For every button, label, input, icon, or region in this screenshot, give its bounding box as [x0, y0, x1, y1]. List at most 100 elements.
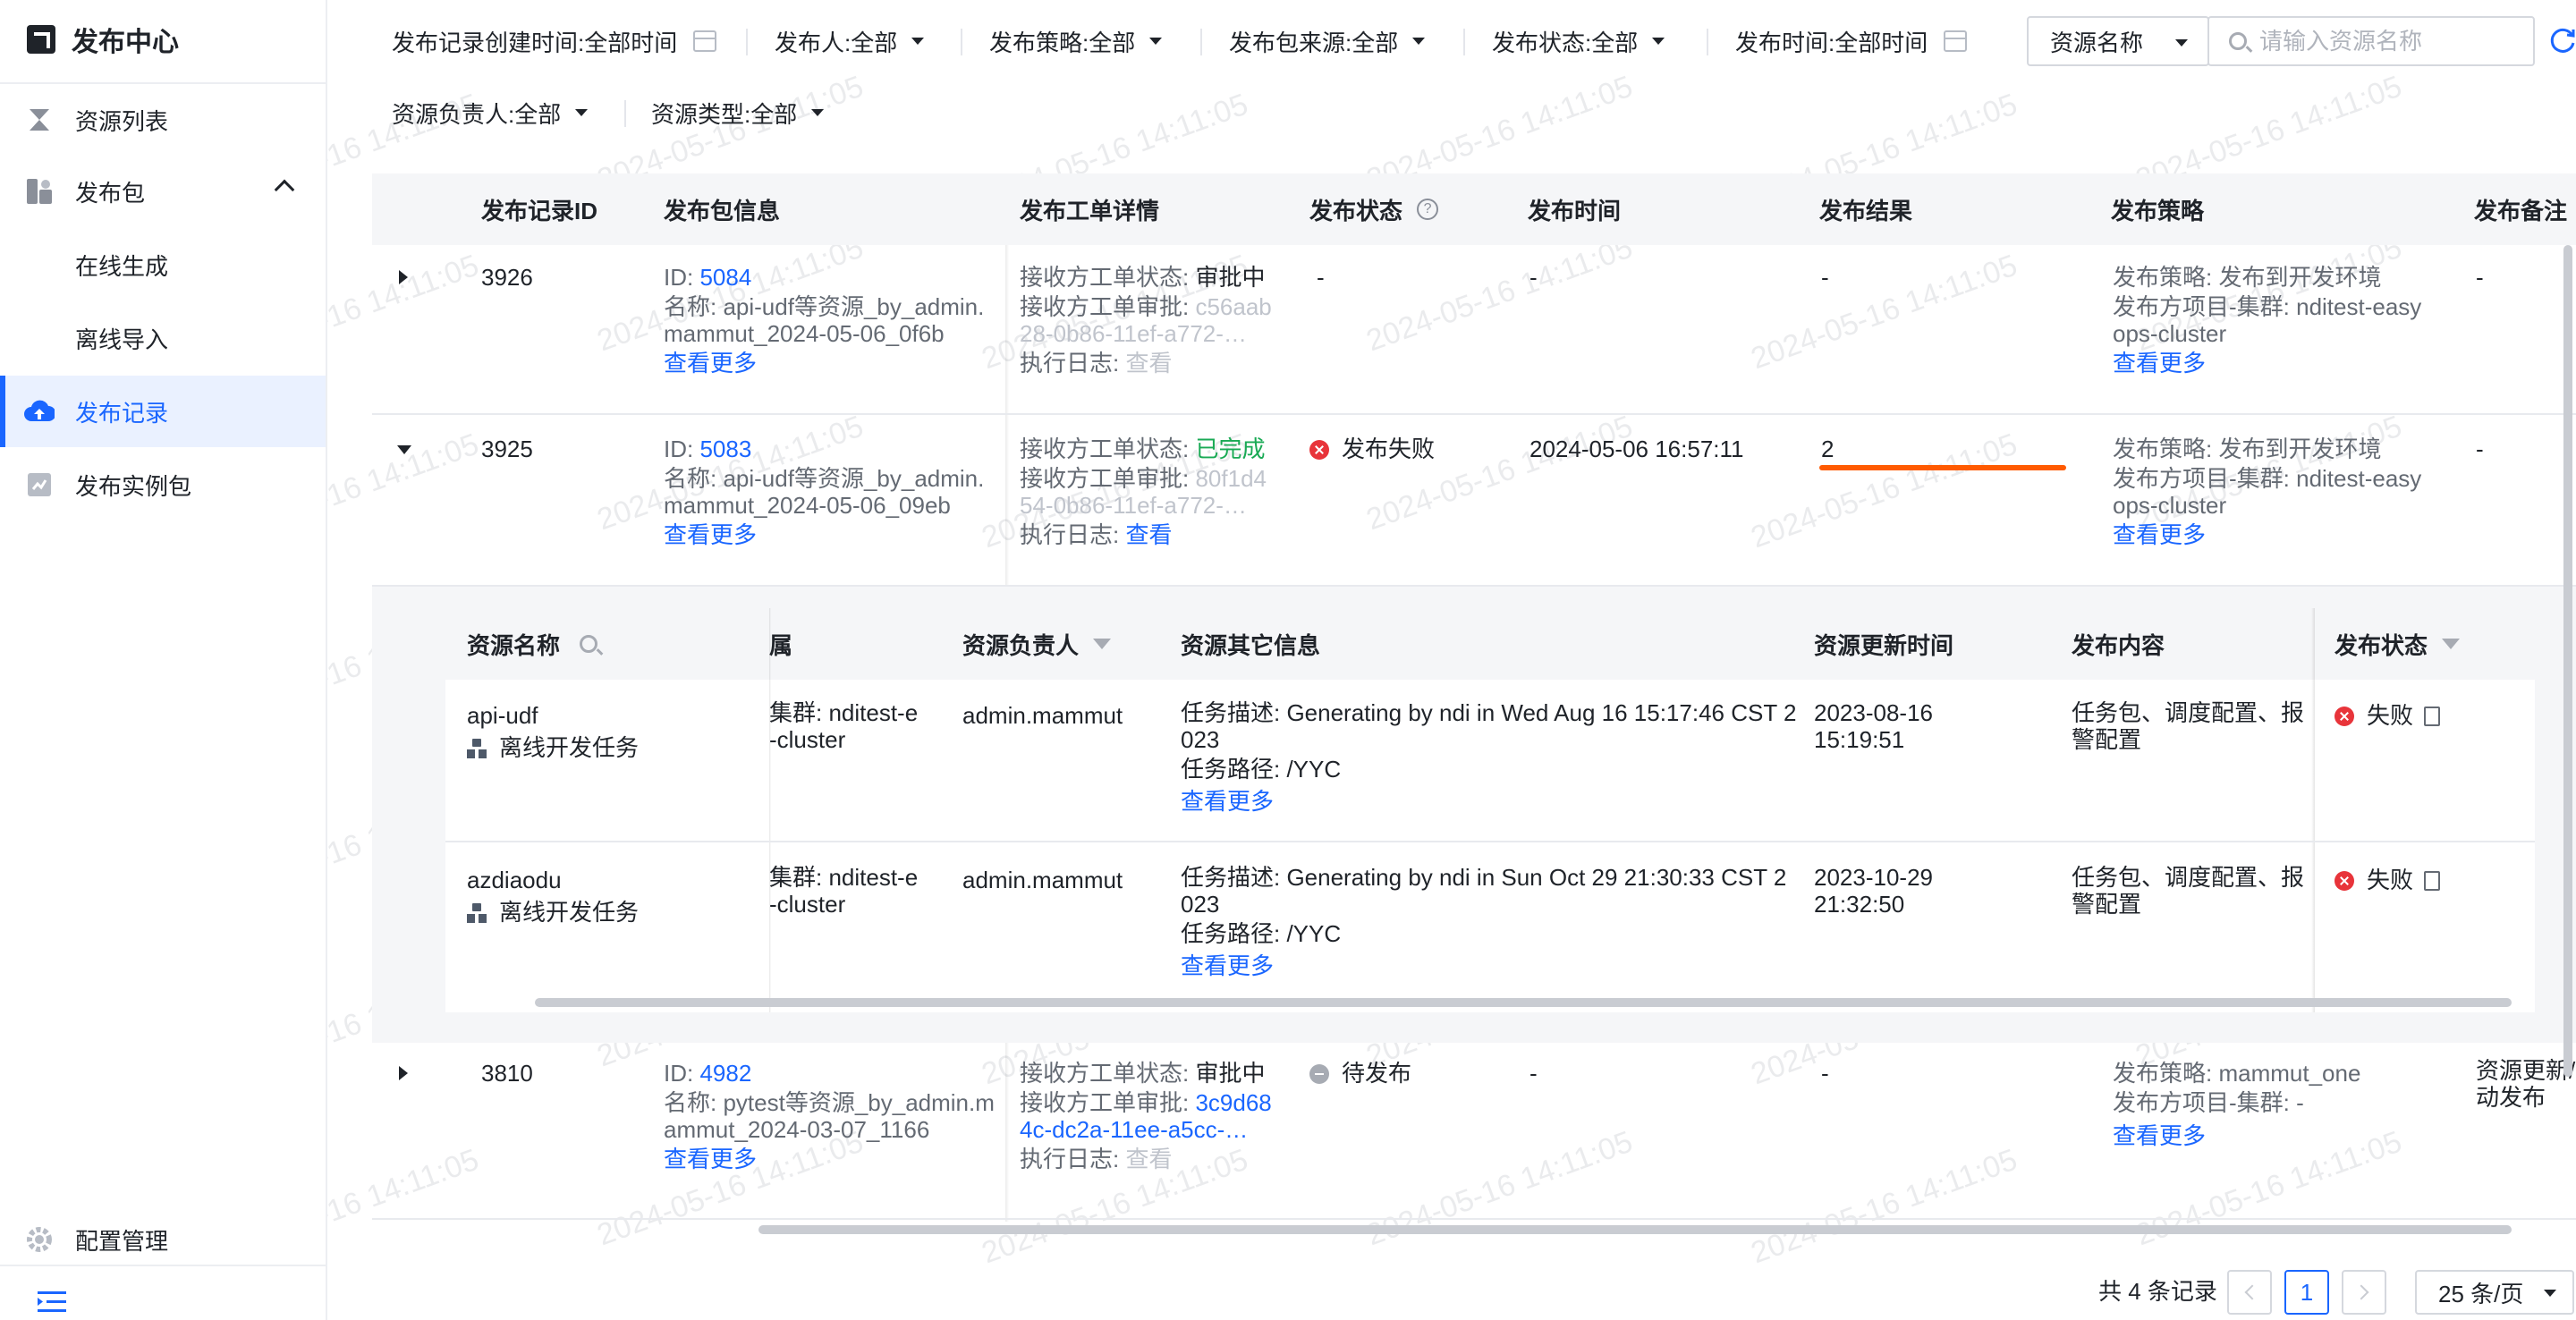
divider	[0, 1265, 326, 1266]
nested-updated-time: 2023-08-16 15:19:51	[1814, 699, 1933, 753]
nested-other-info: 任务描述: Generating by ndi in Sun Oct 29 21…	[1181, 864, 1786, 982]
package-id-link[interactable]: 5084	[699, 264, 751, 291]
publish-strategy: 发布策略: 发布到开发环境 发布方项目-集群: nditest-easy ops…	[2113, 433, 2421, 551]
filter-owner[interactable]: 资源负责人: 全部	[392, 95, 589, 131]
nested-resource-name: api-udf 离线开发任务	[467, 702, 640, 761]
ticket-details: 接收方工单状态: 审批中 接收方工单审批: c56aab 28-0b86-11e…	[1020, 264, 1272, 377]
refresh-icon[interactable]	[2547, 25, 2576, 55]
document-icon[interactable]	[2424, 871, 2441, 891]
view-more-link[interactable]: 查看更多	[1181, 950, 1786, 982]
search-input[interactable]	[2259, 27, 2519, 55]
instance-package-icon	[23, 470, 55, 499]
view-more-link[interactable]: 查看更多	[2113, 1120, 2360, 1152]
publish-strategy: 发布策略: 发布到开发环境 发布方项目-集群: nditest-easy ops…	[2113, 261, 2421, 379]
caret-down-icon	[575, 109, 589, 116]
filter-status[interactable]: 发布状态: 全部	[1492, 23, 1665, 59]
package-info: ID: 4982 名称: pytest等资源_by_admin.m ammut_…	[664, 1057, 995, 1175]
sidebar-item-resource-list[interactable]: 资源列表	[0, 84, 326, 156]
next-page-button[interactable]	[2342, 1270, 2386, 1315]
column-header: 属	[769, 608, 793, 680]
column-header: 发布记录ID	[481, 197, 598, 224]
chevron-up-icon[interactable]	[274, 179, 295, 200]
watermark: 2024-05-16 14:11:05	[1746, 1142, 2022, 1271]
search-field-select[interactable]: 资源名称	[2027, 16, 2209, 66]
package-icon	[23, 177, 55, 206]
table-horizontal-scrollbar[interactable]	[758, 1225, 2512, 1234]
fixed-column-shadow	[1005, 245, 1009, 587]
view-more-link[interactable]: 查看更多	[664, 347, 984, 379]
view-more-link[interactable]: 查看更多	[664, 1143, 995, 1175]
record-id: 3925	[481, 436, 533, 462]
filter-publish-time[interactable]: 发布时间: 全部时间	[1735, 23, 1968, 59]
filter-source[interactable]: 发布包来源: 全部	[1229, 23, 1426, 59]
publish-result: -	[1821, 1060, 1829, 1087]
collapse-row-icon[interactable]	[397, 445, 411, 454]
package-id-link[interactable]: 4982	[699, 1060, 751, 1087]
ticket-link[interactable]: 3c9d68	[1195, 1089, 1271, 1116]
publish-result[interactable]: 2	[1821, 433, 1834, 465]
package-info: ID: 5084 名称: api-udf等资源_by_admin. mammut…	[664, 261, 984, 379]
publish-remark: 资源更新/ 动发布	[2476, 1057, 2576, 1111]
app-title: 发布中心	[27, 21, 179, 57]
nested-cluster: 集群: nditest-e -cluster	[769, 699, 919, 753]
nested-cluster: 集群: nditest-e -cluster	[769, 864, 919, 918]
page-button[interactable]: 1	[2284, 1270, 2329, 1315]
expand-row-icon[interactable]	[399, 270, 408, 284]
column-header-status: 发布状态	[2334, 608, 2461, 680]
ticket-details: 接收方工单状态: 已完成 接收方工单审批: 80f1d4 54-0b86-11e…	[1020, 436, 1267, 548]
filter-resource-type[interactable]: 资源类型: 全部	[651, 95, 825, 131]
view-log-link[interactable]: 查看	[1125, 521, 1172, 548]
publish-result: -	[1821, 264, 1829, 291]
view-more-link[interactable]: 查看更多	[664, 519, 984, 551]
table-header: 发布记录ID 发布包信息 发布工单详情 发布状态 ? 发布时间 发布结果 发布策…	[372, 173, 2576, 245]
divider	[1200, 29, 1202, 55]
divider	[961, 29, 962, 55]
filter-icon[interactable]	[1093, 639, 1112, 649]
task-tree-icon	[467, 903, 487, 923]
divider	[624, 100, 626, 127]
nested-updated-time: 2023-10-29 21:32:50	[1814, 864, 1933, 918]
nested-other-info: 任务描述: Generating by ndi in Wed Aug 16 15…	[1181, 699, 1796, 817]
column-header: 发布备注	[2474, 197, 2568, 224]
sidebar-item-online-generate[interactable]: 在线生成	[0, 229, 326, 300]
nested-owner: admin.mammut	[962, 702, 1123, 729]
collapse-menu-icon[interactable]	[38, 1291, 66, 1319]
column-header: 发布结果	[1819, 197, 1913, 224]
column-header-status: 发布状态 ?	[1309, 173, 1439, 245]
nested-horizontal-scrollbar[interactable]	[535, 998, 2512, 1007]
sidebar-item-instance-package[interactable]: 发布实例包	[0, 449, 326, 520]
expand-row-icon[interactable]	[399, 1066, 408, 1080]
package-id-link[interactable]: 5083	[699, 436, 751, 462]
sidebar: 发布中心 资源列表 发布包 在线生成 离线导入 发布记录 发布实例包 配置管理	[0, 0, 327, 1320]
view-more-link[interactable]: 查看更多	[2113, 347, 2421, 379]
column-header-owner: 资源负责人	[962, 608, 1112, 680]
nested-resource-table: 资源名称 属 资源负责人 资源其它信息 资源更新时间 发布内容 发布状态 api…	[445, 608, 2535, 1012]
search-icon[interactable]	[580, 635, 598, 653]
sidebar-item-publish-records[interactable]: 发布记录	[0, 376, 326, 447]
error-icon	[2334, 707, 2354, 726]
nested-resource-name: azdiaodu 离线开发任务	[467, 867, 640, 926]
help-icon[interactable]: ?	[1417, 199, 1439, 220]
nested-publish-status: 失败	[2334, 699, 2441, 732]
filter-publisher[interactable]: 发布人: 全部	[775, 23, 925, 59]
filter-strategy[interactable]: 发布策略: 全部	[989, 23, 1163, 59]
prev-page-button[interactable]	[2227, 1270, 2272, 1315]
view-more-link[interactable]: 查看更多	[1181, 785, 1796, 817]
column-header: 发布包信息	[664, 197, 781, 224]
ticket-link[interactable]: 4c-dc2a-11ee-a5cc-…	[1020, 1116, 1272, 1143]
column-header: 发布工单详情	[1020, 197, 1160, 224]
column-header: 发布策略	[2111, 197, 2205, 224]
filter-created-time[interactable]: 发布记录创建时间: 全部时间	[392, 23, 717, 59]
view-more-link[interactable]: 查看更多	[2113, 519, 2421, 551]
error-icon	[1309, 440, 1329, 460]
sidebar-item-package[interactable]: 发布包	[0, 156, 326, 227]
table-vertical-scrollbar[interactable]	[2563, 245, 2572, 1077]
divider	[372, 413, 2576, 415]
package-info: ID: 5083 名称: api-udf等资源_by_admin. mammut…	[664, 433, 984, 551]
page-size-select[interactable]: 25 条/页	[2415, 1270, 2574, 1315]
filter-icon[interactable]	[2442, 639, 2461, 649]
sidebar-item-offline-import[interactable]: 离线导入	[0, 302, 326, 374]
fixed-column-shadow	[769, 608, 771, 1012]
divider	[1463, 29, 1465, 55]
document-icon[interactable]	[2424, 707, 2441, 726]
